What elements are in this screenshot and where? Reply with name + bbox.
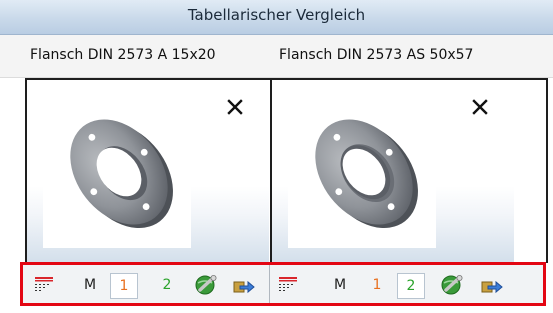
export-arrow-icon[interactable] — [231, 273, 257, 297]
variant-1-button[interactable]: 1 — [110, 273, 138, 299]
close-icon[interactable] — [224, 96, 246, 118]
globe-wrench-icon[interactable] — [439, 273, 465, 297]
column-1 — [27, 80, 269, 263]
window-title: Tabellarischer Vergleich — [187, 6, 366, 24]
column-heading-2: Flansch DIN 2573 AS 50x57 — [279, 47, 474, 63]
variant-2-button[interactable]: 2 — [397, 273, 425, 299]
m-button[interactable]: M — [329, 273, 351, 297]
toolbar-column-1: M 1 2 — [23, 265, 269, 303]
globe-wrench-icon[interactable] — [193, 273, 219, 297]
comparison-window: Tabellarischer Vergleich Flansch DIN 257… — [0, 0, 553, 313]
title-bar: Tabellarischer Vergleich — [0, 0, 553, 35]
toolbar-separator — [269, 265, 270, 303]
table-list-icon[interactable] — [276, 273, 300, 297]
column-2 — [272, 80, 514, 263]
export-arrow-icon[interactable] — [479, 273, 505, 297]
m-button[interactable]: M — [79, 273, 101, 297]
toolbar-column-2: M 1 2 — [271, 265, 543, 303]
column-toolbar-highlight: M 1 2 M 1 2 — [20, 262, 546, 306]
variant-1-button[interactable]: 1 — [367, 273, 387, 297]
close-icon[interactable] — [469, 96, 491, 118]
part-thumbnail-2[interactable] — [288, 90, 436, 248]
table-list-icon[interactable] — [32, 273, 56, 297]
variant-2-button[interactable]: 2 — [157, 273, 177, 297]
column-headings: Flansch DIN 2573 A 15x20 Flansch DIN 257… — [0, 35, 553, 78]
part-thumbnail-1[interactable] — [43, 90, 191, 248]
comparison-columns — [25, 78, 548, 263]
column-heading-1: Flansch DIN 2573 A 15x20 — [30, 47, 216, 63]
